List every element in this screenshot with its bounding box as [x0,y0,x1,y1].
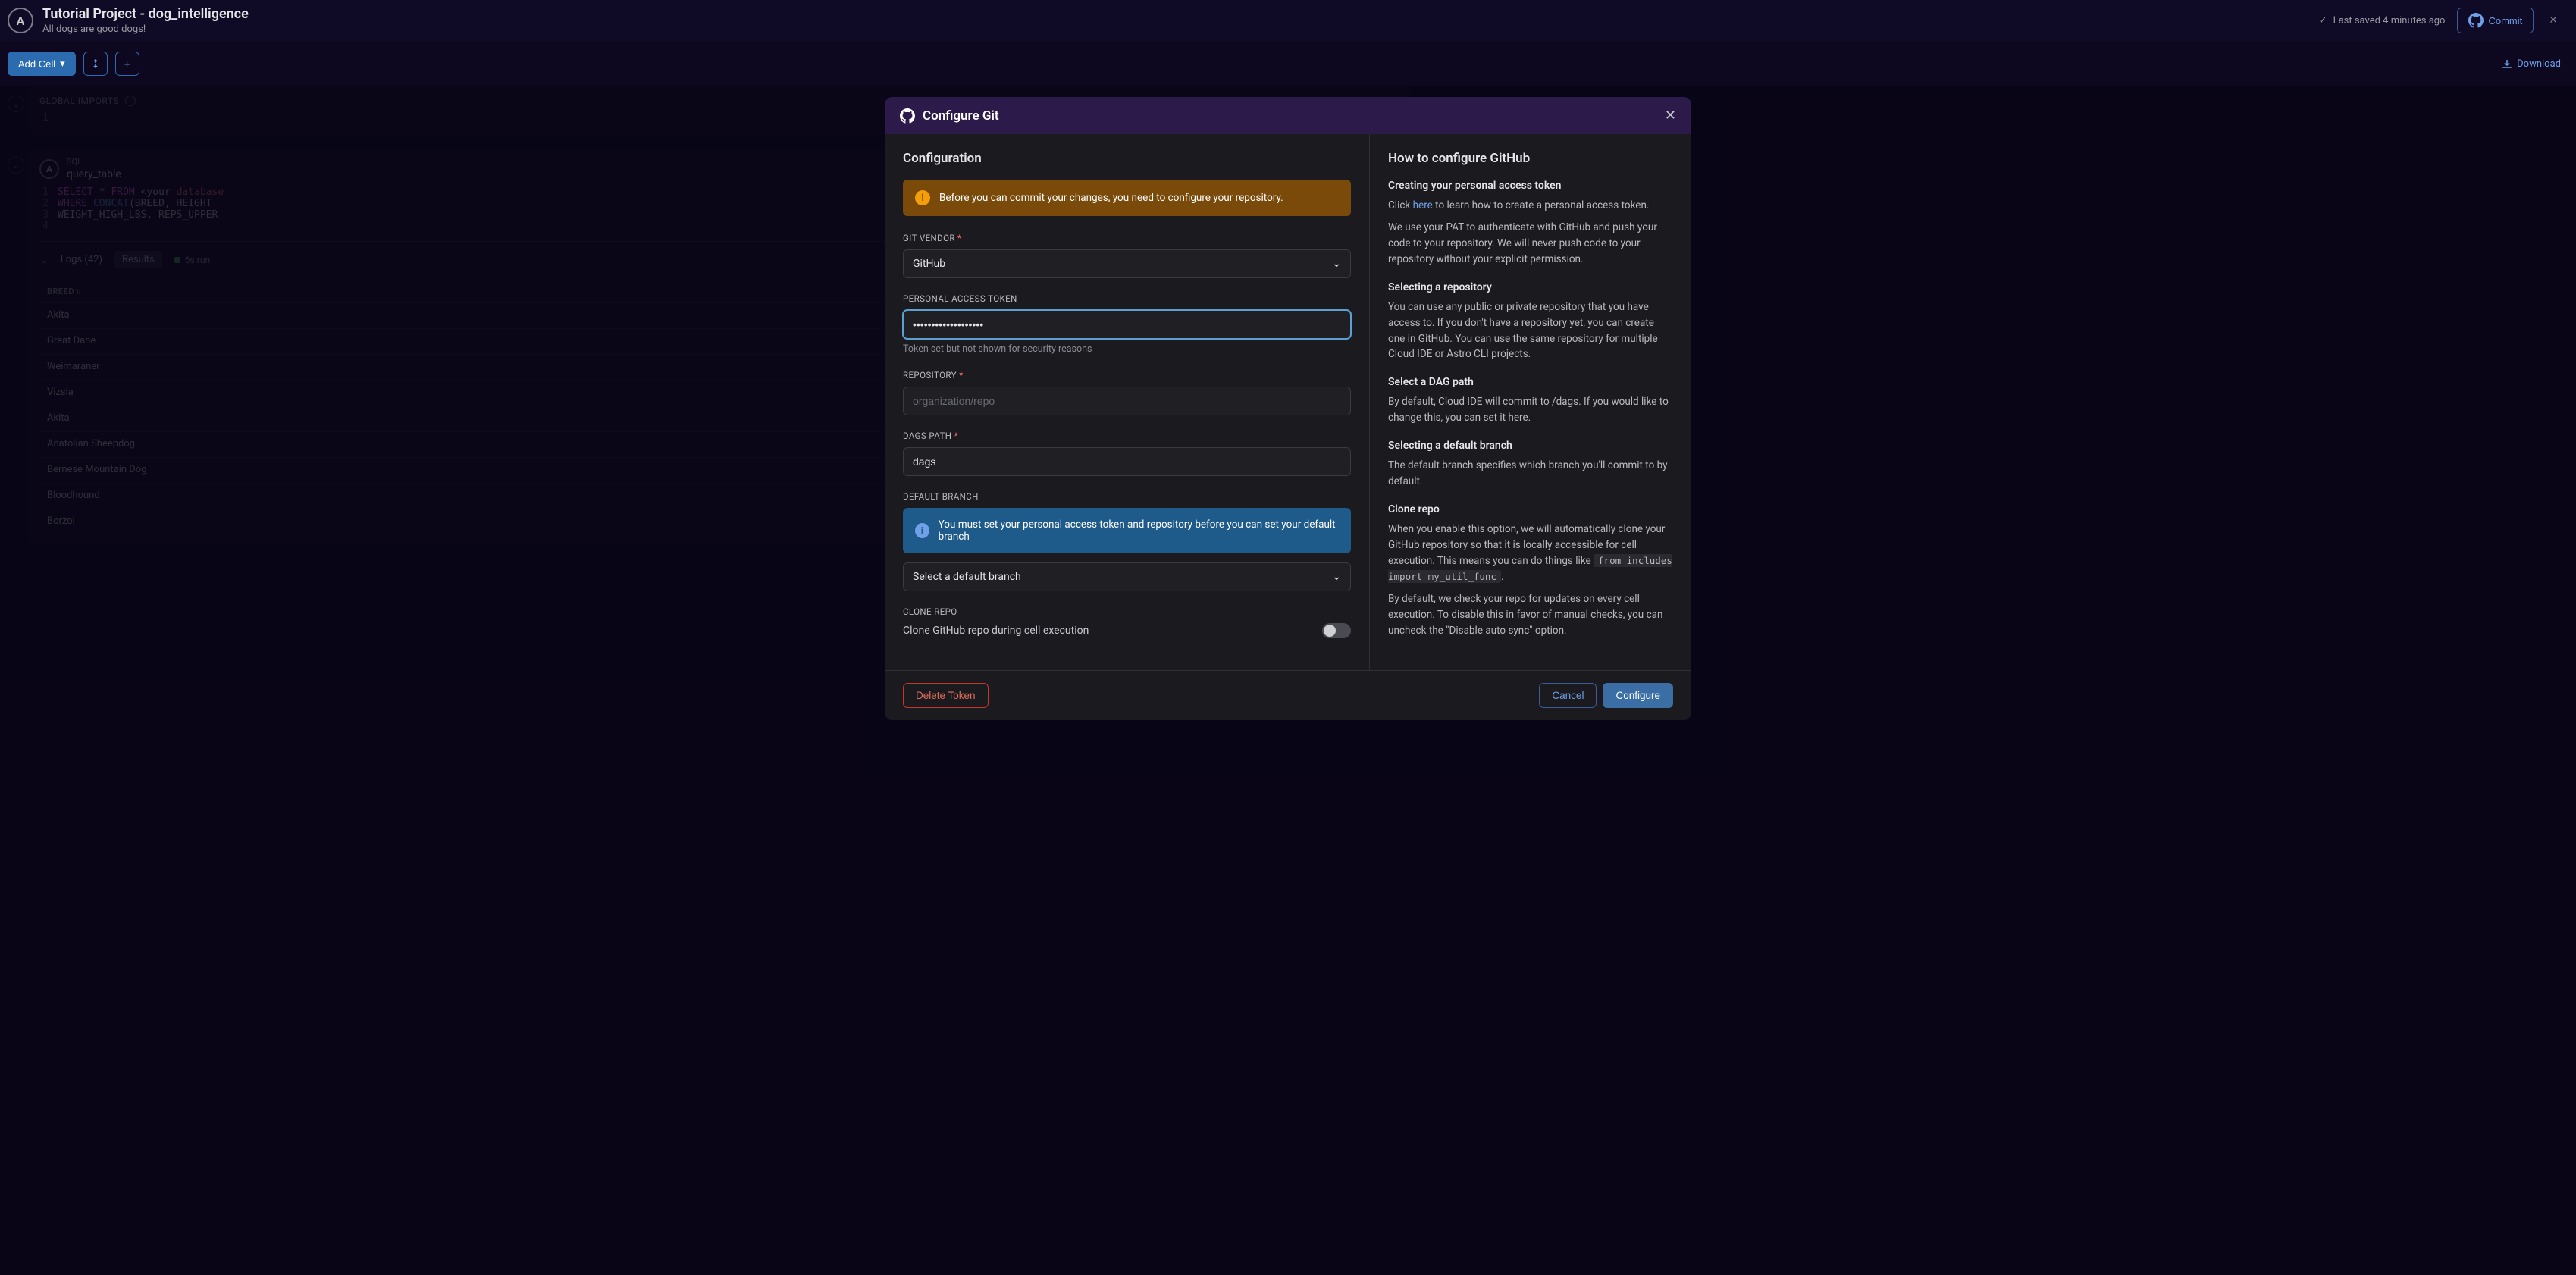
toolbar: Add Cell ▾ + Download [0,41,2576,86]
app-logo[interactable]: A [8,8,33,33]
configure-git-modal: Configure Git ✕ Configuration ! Before y… [885,97,1691,720]
project-title: Tutorial Project - dog_intelligence [42,6,249,22]
commit-button[interactable]: Commit [2457,8,2534,33]
help-text: Click here to learn how to create a pers… [1388,198,1673,214]
modal-close-button[interactable]: ✕ [1665,108,1676,124]
help-heading: Selecting a repository [1388,281,1673,293]
help-heading: Clone repo [1388,503,1673,515]
help-link[interactable]: here [1413,199,1433,211]
help-text: We use your PAT to authenticate with Git… [1388,220,1673,268]
save-status: ✓ Last saved 4 minutes ago [2319,15,2446,27]
topbar: A Tutorial Project - dog_intelligence Al… [0,0,2576,41]
help-text: The default branch specifies which branc… [1388,458,1673,490]
help-text: By default, Cloud IDE will commit to /da… [1388,394,1673,426]
git-vendor-label: GIT VENDOR * [903,233,1351,243]
pat-input[interactable] [903,310,1351,339]
add-button[interactable]: + [115,52,139,76]
repo-label: REPOSITORY * [903,370,1351,381]
plus-icon: + [124,58,130,70]
modal-title: Configure Git [923,108,999,124]
dags-path-label: DAGS PATH * [903,431,1351,441]
pat-label: PERSONAL ACCESS TOKEN [903,293,1351,304]
configure-button[interactable]: Configure [1603,683,1673,708]
repo-input[interactable] [903,387,1351,415]
pat-helper: Token set but not shown for security rea… [903,343,1351,355]
info-alert-text: You must set your personal access token … [939,518,1339,543]
chevron-down-icon: ⌄ [1332,571,1341,583]
add-cell-label: Add Cell [18,58,55,70]
collapse-icon [90,58,101,69]
help-heading: Creating your personal access token [1388,180,1673,192]
git-vendor-value: GitHub [913,258,945,270]
clone-repo-text: Clone GitHub repo during cell execution [903,625,1089,637]
check-icon: ✓ [2319,15,2327,27]
clone-repo-label: CLONE REPO [903,606,1351,617]
info-icon: i [915,523,929,538]
dags-path-input[interactable] [903,447,1351,476]
cancel-button[interactable]: Cancel [1539,683,1597,708]
warning-icon: ! [915,190,930,205]
modal-overlay: Configure Git ✕ Configuration ! Before y… [0,86,2576,1275]
github-icon [2468,13,2484,28]
help-title: How to configure GitHub [1388,151,1673,166]
help-text: You can use any public or private reposi… [1388,299,1673,363]
download-button[interactable]: Download [2502,58,2561,70]
help-heading: Selecting a default branch [1388,440,1673,452]
chevron-down-icon: ▾ [60,58,65,70]
help-text: When you enable this option, we will aut… [1388,522,1673,585]
commit-label: Commit [2488,15,2522,27]
add-cell-button[interactable]: Add Cell ▾ [8,52,76,76]
warning-text: Before you can commit your changes, you … [939,192,1283,204]
download-icon [2502,58,2512,69]
clone-repo-toggle[interactable] [1322,623,1351,638]
default-branch-value: Select a default branch [913,571,1021,583]
configuration-heading: Configuration [903,151,1351,166]
default-branch-label: DEFAULT BRANCH [903,491,1351,502]
chevron-down-icon: ⌄ [1332,258,1341,270]
project-subtitle: All dogs are good dogs! [42,23,249,35]
delete-token-button[interactable]: Delete Token [903,683,989,708]
default-branch-select[interactable]: Select a default branch ⌄ [903,562,1351,591]
download-label: Download [2517,58,2561,70]
info-alert: i You must set your personal access toke… [903,508,1351,553]
close-icon[interactable]: ✕ [2546,11,2561,30]
collapse-button[interactable] [83,52,108,76]
warning-alert: ! Before you can commit your changes, yo… [903,180,1351,216]
save-status-text: Last saved 4 minutes ago [2333,15,2446,27]
help-heading: Select a DAG path [1388,376,1673,388]
github-icon [900,108,915,124]
help-text: By default, we check your repo for updat… [1388,591,1673,639]
git-vendor-select[interactable]: GitHub ⌄ [903,249,1351,278]
